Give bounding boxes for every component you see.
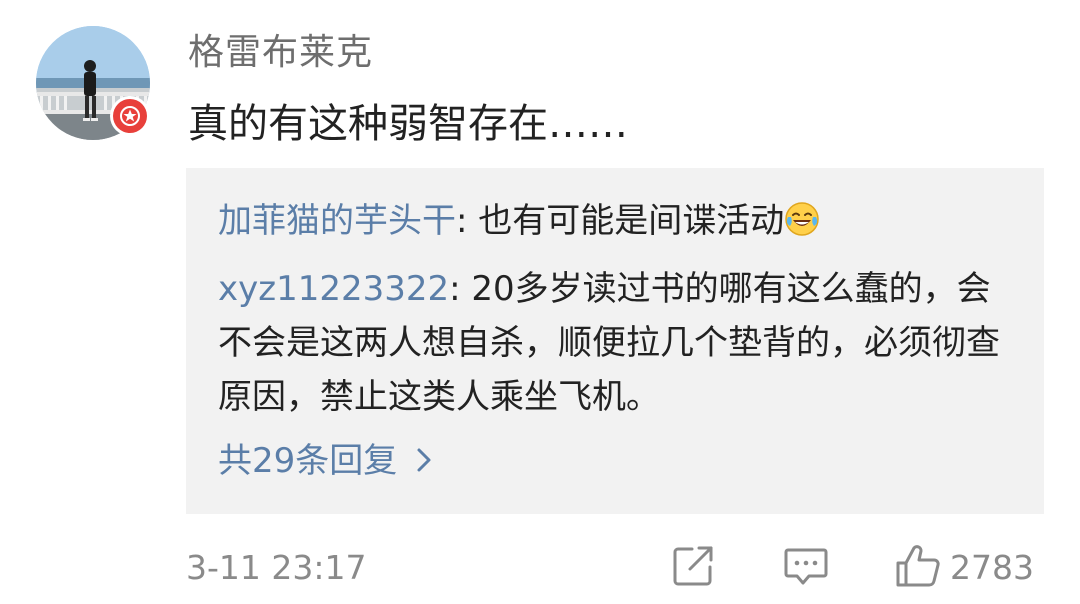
reply-item[interactable]: 加菲猫的芋头干: 也有可能是间谍活动 [218, 194, 1018, 248]
verified-star-icon [113, 99, 147, 133]
verified-badge [110, 96, 150, 136]
reply-text: 也有可能是间谍活动 [478, 201, 785, 241]
avatar-container[interactable] [36, 26, 150, 140]
share-icon [670, 543, 716, 593]
reply-button[interactable] [782, 544, 830, 592]
reply-item[interactable]: xyz11223322: 20多岁读过书的哪有这么蠢的，会不会是这两人想自杀，顺… [218, 262, 1018, 424]
reply-separator: : [456, 201, 479, 241]
reply-username[interactable]: xyz11223322 [218, 269, 449, 309]
like-button[interactable]: 2783 [894, 544, 1034, 592]
laughing-tears-emoji-icon [784, 199, 820, 236]
comment-card: 格雷布莱克 真的有这种弱智存在…… 加菲猫的芋头干: 也有可能是间谍活动 xyz… [0, 0, 1080, 604]
share-button[interactable] [670, 544, 716, 592]
thumbs-up-icon [894, 543, 942, 593]
comment-text: 真的有这种弱智存在…… [188, 101, 628, 147]
more-replies-label: 共29条回复 [218, 441, 398, 481]
like-count: 2783 [950, 548, 1034, 587]
chevron-right-icon [415, 437, 433, 491]
comment-timestamp: 3-11 23:17 [186, 548, 367, 587]
more-replies-link[interactable]: 共29条回复 [218, 434, 433, 491]
reply-separator: : [449, 269, 472, 309]
comment-username[interactable]: 格雷布莱克 [188, 30, 373, 76]
replies-box[interactable]: 加菲猫的芋头干: 也有可能是间谍活动 xyz11223322: 20多岁读过书的… [186, 168, 1044, 514]
reply-username[interactable]: 加菲猫的芋头干 [218, 201, 456, 241]
comment-icon [782, 543, 830, 593]
